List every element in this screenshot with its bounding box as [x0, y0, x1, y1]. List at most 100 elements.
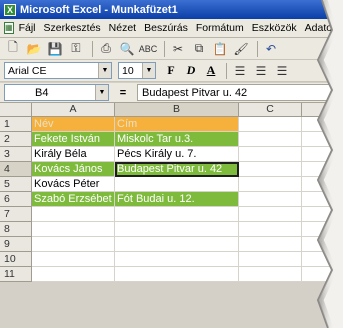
cell-d3[interactable]: [302, 147, 343, 162]
cell-d5[interactable]: [302, 177, 343, 192]
cell-c4[interactable]: [239, 162, 302, 177]
new-icon[interactable]: 🗋: [4, 40, 22, 58]
underline-button[interactable]: A: [202, 62, 220, 80]
cell-d7[interactable]: [302, 207, 343, 222]
align-left-icon[interactable]: ☰: [231, 62, 249, 80]
cell-c3[interactable]: [239, 147, 302, 162]
column-header-a[interactable]: A: [32, 103, 115, 117]
font-name-value: Arial CE: [8, 64, 47, 77]
cell-a5[interactable]: Kovács Péter: [32, 177, 115, 192]
window-title: Microsoft Excel - Munkafüzet1: [20, 3, 178, 16]
paste-icon[interactable]: 📋: [211, 40, 229, 58]
spelling-icon[interactable]: ABC: [139, 40, 158, 58]
row-header-10[interactable]: 10: [0, 252, 32, 267]
align-center-icon[interactable]: ☰: [252, 62, 270, 80]
chevron-down-icon[interactable]: ▼: [98, 63, 111, 78]
menu-insert[interactable]: Beszúrás: [144, 22, 188, 34]
cell-c9[interactable]: [239, 237, 302, 252]
open-icon[interactable]: 📂: [25, 40, 43, 58]
print-icon[interactable]: ⎙: [97, 40, 115, 58]
cell-c10[interactable]: [239, 252, 302, 267]
row-header-5[interactable]: 5: [0, 177, 32, 192]
title-bar: X Microsoft Excel - Munkafüzet1: [0, 0, 343, 19]
cell-a7[interactable]: [32, 207, 115, 222]
chevron-down-icon[interactable]: ▼: [142, 63, 155, 78]
cell-d8[interactable]: [302, 222, 343, 237]
bold-button[interactable]: F: [162, 62, 180, 80]
font-size-select[interactable]: 10 ▼: [118, 62, 156, 79]
menu-view[interactable]: Nézet: [109, 22, 136, 34]
cell-d11[interactable]: [302, 267, 343, 282]
cell-d1[interactable]: [302, 117, 343, 132]
row-header-9[interactable]: 9: [0, 237, 32, 252]
row-header-4[interactable]: 4: [0, 162, 32, 177]
cell-b6[interactable]: Fót Budai u. 12.: [115, 192, 239, 207]
cell-b1[interactable]: Cím: [115, 117, 239, 132]
cell-b8[interactable]: [115, 222, 239, 237]
cell-b9[interactable]: [115, 237, 239, 252]
cell-d10[interactable]: [302, 252, 343, 267]
column-header-c[interactable]: C: [239, 103, 302, 117]
cell-a11[interactable]: [32, 267, 115, 282]
cell-b2[interactable]: Miskolc Tar u.3.: [115, 132, 239, 147]
cell-c2[interactable]: [239, 132, 302, 147]
undo-icon[interactable]: ↶: [262, 40, 280, 58]
cell-b7[interactable]: [115, 207, 239, 222]
cell-a3[interactable]: Király Béla: [32, 147, 115, 162]
cell-a10[interactable]: [32, 252, 115, 267]
chevron-down-icon[interactable]: ▼: [95, 85, 108, 100]
cell-b10[interactable]: [115, 252, 239, 267]
row-header-7[interactable]: 7: [0, 207, 32, 222]
cell-b11[interactable]: [115, 267, 239, 282]
cell-d4[interactable]: [302, 162, 343, 177]
menu-data[interactable]: Adatok: [305, 22, 338, 34]
row-header-8[interactable]: 8: [0, 222, 32, 237]
cell-b4[interactable]: Budapest Pitvar u. 42: [115, 162, 239, 177]
cell-a6[interactable]: Szabó Erzsébet: [32, 192, 115, 207]
name-box[interactable]: B4 ▼: [4, 84, 109, 101]
cell-a2[interactable]: Fekete István: [32, 132, 115, 147]
row-header-3[interactable]: 3: [0, 147, 32, 162]
cell-c1[interactable]: [239, 117, 302, 132]
copy-icon[interactable]: ⧉: [190, 40, 208, 58]
cell-c5[interactable]: [239, 177, 302, 192]
toolbar-separator: [164, 40, 165, 57]
cell-d2[interactable]: [302, 132, 343, 147]
column-header-d[interactable]: D: [302, 103, 343, 117]
menu-tools[interactable]: Eszközök: [252, 22, 297, 34]
toolbar-separator: [257, 40, 258, 57]
menu-edit[interactable]: Szerkesztés: [43, 22, 100, 34]
cell-d9[interactable]: [302, 237, 343, 252]
cell-b5[interactable]: [115, 177, 239, 192]
cell-a4[interactable]: Kovács János: [32, 162, 115, 177]
name-box-value: B4: [35, 86, 49, 99]
formula-equals-icon[interactable]: =: [109, 87, 137, 99]
formula-input[interactable]: Budapest Pitvar u. 42: [137, 84, 343, 101]
column-header-b[interactable]: B: [115, 103, 239, 117]
print-preview-icon[interactable]: 🔍: [118, 40, 136, 58]
align-right-icon[interactable]: ☰: [273, 62, 291, 80]
cell-c11[interactable]: [239, 267, 302, 282]
row-header-1[interactable]: 1: [0, 117, 32, 132]
cell-a9[interactable]: [32, 237, 115, 252]
select-all-corner[interactable]: [0, 103, 32, 117]
row-header-11[interactable]: 11: [0, 267, 32, 282]
cell-c8[interactable]: [239, 222, 302, 237]
cell-b3[interactable]: Pécs Király u. 7.: [115, 147, 239, 162]
cut-icon[interactable]: ✂: [169, 40, 187, 58]
menu-file[interactable]: Fájl: [19, 22, 36, 34]
cell-c6[interactable]: [239, 192, 302, 207]
cell-a1[interactable]: Név: [32, 117, 115, 132]
permission-icon[interactable]: ⚿: [67, 40, 85, 58]
save-icon[interactable]: 💾: [46, 40, 64, 58]
workbook-icon[interactable]: ▦: [4, 22, 14, 34]
row-header-2[interactable]: 2: [0, 132, 32, 147]
font-name-select[interactable]: Arial CE ▼: [4, 62, 112, 79]
cell-c7[interactable]: [239, 207, 302, 222]
format-painter-icon[interactable]: 🖌: [232, 40, 250, 58]
cell-a8[interactable]: [32, 222, 115, 237]
row-header-6[interactable]: 6: [0, 192, 32, 207]
italic-button[interactable]: D: [182, 62, 200, 80]
menu-format[interactable]: Formátum: [196, 22, 244, 34]
cell-d6[interactable]: [302, 192, 343, 207]
